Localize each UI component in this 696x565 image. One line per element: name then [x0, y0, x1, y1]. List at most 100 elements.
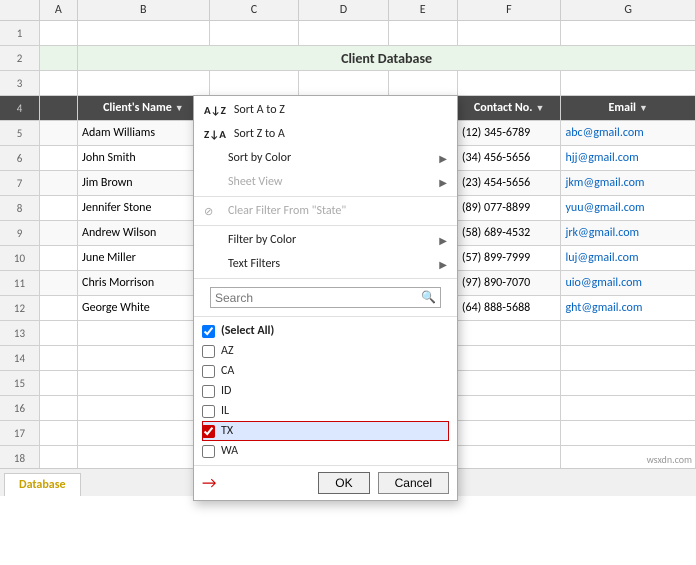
row-num-4: 4: [0, 96, 40, 120]
checkbox-ca-input[interactable]: [202, 365, 215, 378]
row-num-12: 12: [0, 296, 40, 320]
checkbox-select-all-label: (Select All): [221, 324, 274, 338]
cell-10a: [40, 246, 78, 270]
cell-3a: [40, 71, 78, 95]
col-header-b: B: [78, 0, 210, 20]
cell-8a: [40, 196, 78, 220]
checkbox-id-label: ID: [221, 384, 231, 398]
col-header-f: F: [458, 0, 562, 20]
search-input[interactable]: [215, 291, 421, 305]
cell-4g-email: Email ▼: [561, 96, 696, 120]
cell-6f: (34) 456-5656: [458, 146, 562, 170]
clear-filter[interactable]: ⊘ Clear Filter From "State": [194, 199, 457, 223]
checkbox-il: IL: [202, 401, 449, 421]
cell-3e: [389, 71, 458, 95]
cell-6g: hjj@gmail.com: [561, 146, 696, 170]
row-num-5: 5: [0, 121, 40, 145]
filter-icon-email[interactable]: ▼: [639, 103, 648, 114]
sheet-tab-database[interactable]: Database: [4, 473, 81, 496]
column-headers: A B C D E F G: [0, 0, 696, 21]
cell-11g: uio@gmail.com: [561, 271, 696, 295]
sort-a-to-z[interactable]: A↓Z Sort A to Z: [194, 98, 457, 122]
cell-1f: [458, 21, 562, 45]
sort-z-to-a[interactable]: Z↓A Sort Z to A: [194, 122, 457, 146]
row-num-1: 1: [0, 21, 40, 45]
checkbox-az: AZ: [202, 341, 449, 361]
filter-icon-name[interactable]: ▼: [175, 103, 184, 114]
cell-11f: (97) 890-7070: [458, 271, 562, 295]
col-header-c: C: [210, 0, 300, 20]
sort-by-color[interactable]: Sort by Color ▶: [194, 146, 457, 170]
search-section: 🔍: [194, 279, 457, 317]
checkbox-select-all-input[interactable]: [202, 325, 215, 338]
filter-by-color[interactable]: Filter by Color ▶: [194, 228, 457, 252]
cell-7a: [40, 171, 78, 195]
clear-filter-section: ⊘ Clear Filter From "State": [194, 197, 457, 226]
cell-8b: Jennifer Stone: [78, 196, 210, 220]
cell-12f: (64) 888-5688: [458, 296, 562, 320]
az-asc-icon: A↓Z: [204, 104, 226, 117]
clear-filter-label: Clear Filter From "State": [228, 204, 346, 218]
az-desc-icon: Z↓A: [204, 128, 226, 141]
checkbox-il-input[interactable]: [202, 405, 215, 418]
cell-5f: (12) 345-6789: [458, 121, 562, 145]
col-header-a: A: [40, 0, 78, 20]
cell-1a: [40, 21, 78, 45]
cell-7b: Jim Brown: [78, 171, 210, 195]
cell-3b: [78, 71, 210, 95]
filter-by-color-label: Filter by Color: [228, 233, 296, 247]
chevron-right-icon: ▶: [439, 152, 447, 165]
checkbox-id-input[interactable]: [202, 385, 215, 398]
cell-5a: [40, 121, 78, 145]
filter-dropdown: A↓Z Sort A to Z Z↓A Sort Z to A Sort by …: [193, 95, 458, 501]
cell-11a: [40, 271, 78, 295]
cell-11b: Chris Morrison: [78, 271, 210, 295]
cancel-button[interactable]: Cancel: [378, 472, 449, 494]
text-filters[interactable]: Text Filters ▶: [194, 252, 457, 276]
checkbox-tx: TX: [202, 421, 449, 441]
checkbox-wa: WA: [202, 441, 449, 461]
checkbox-az-input[interactable]: [202, 345, 215, 358]
cell-10g: luj@gmail.com: [561, 246, 696, 270]
cell-1e: [389, 21, 458, 45]
filter-icon-contact[interactable]: ▼: [535, 103, 544, 114]
checkbox-tx-input[interactable]: [202, 425, 215, 438]
checkbox-id: ID: [202, 381, 449, 401]
checkbox-select-all: (Select All): [202, 321, 449, 341]
row-num-6: 6: [0, 146, 40, 170]
row-num-18: 18: [0, 446, 40, 470]
row-num-11: 11: [0, 271, 40, 295]
cell-5g: abc@gmail.com: [561, 121, 696, 145]
row-2-title: 2 Client Database: [0, 46, 696, 71]
cell-12b: George White: [78, 296, 210, 320]
row-3: 3: [0, 71, 696, 96]
cell-10f: (57) 899-7999: [458, 246, 562, 270]
cell-6a: [40, 146, 78, 170]
cell-5b: Adam Williams: [78, 121, 210, 145]
corner-cell: [0, 0, 40, 20]
checkbox-ca-label: CA: [221, 364, 234, 378]
checkbox-list: (Select All) AZ CA ID IL TX: [194, 317, 457, 465]
watermark: wsxdn.com: [647, 453, 692, 466]
cell-7f: (23) 454-5656: [458, 171, 562, 195]
cell-3f: [458, 71, 562, 95]
sheet-view[interactable]: Sheet View ▶: [194, 170, 457, 194]
btn-row: → OK Cancel: [194, 465, 457, 500]
row-num-14: 14: [0, 346, 40, 370]
spreadsheet: A B C D E F G 1 2 Client Database 3 4: [0, 0, 696, 496]
checkbox-ca: CA: [202, 361, 449, 381]
sort-by-color-label: Sort by Color: [228, 151, 291, 165]
ok-button[interactable]: OK: [318, 472, 369, 494]
row-num-15: 15: [0, 371, 40, 395]
cell-9f: (58) 689-4532: [458, 221, 562, 245]
row-num-7: 7: [0, 171, 40, 195]
checkbox-wa-input[interactable]: [202, 445, 215, 458]
filter-section: Filter by Color ▶ Text Filters ▶: [194, 226, 457, 279]
checkbox-az-label: AZ: [221, 344, 234, 358]
row-num-13: 13: [0, 321, 40, 345]
cell-4f-contact: Contact No. ▼: [458, 96, 562, 120]
search-icon: 🔍: [421, 290, 436, 305]
cell-1g: [561, 21, 696, 45]
cell-9a: [40, 221, 78, 245]
cell-1d: [299, 21, 389, 45]
